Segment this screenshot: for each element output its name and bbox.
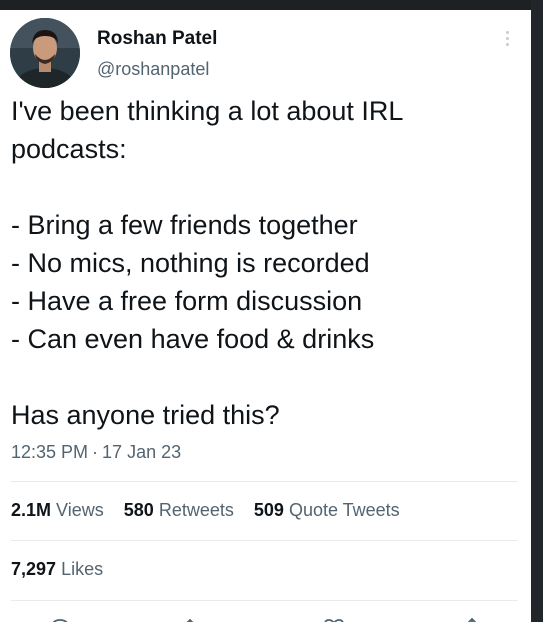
tweet-line: Has anyone tried this? <box>11 400 280 430</box>
divider <box>11 481 518 482</box>
tweet-line: I've been thinking a lot about IRL <box>11 96 404 126</box>
engagement-stats: 2.1M Views 580 Retweets 509 Quote Tweets <box>11 500 415 521</box>
likes-stat[interactable]: 7,297 Likes <box>11 559 103 579</box>
tweet-time: 12:35 PM <box>11 442 89 462</box>
scrollbar-track[interactable] <box>531 0 543 622</box>
views-count: 2.1M <box>11 500 52 520</box>
views-stat[interactable]: 2.1M Views <box>11 500 104 520</box>
retweets-label: Retweets <box>158 500 234 520</box>
divider <box>11 540 518 541</box>
window-top-bar <box>0 0 543 10</box>
reply-icon[interactable] <box>48 616 70 622</box>
more-options-icon[interactable] <box>500 28 514 52</box>
tweet-line: - Bring a few friends together <box>11 210 358 240</box>
user-handle[interactable]: @roshanpatel <box>97 59 209 80</box>
tweet-text: I've been thinking a lot about IRL podca… <box>11 92 521 434</box>
share-icon[interactable] <box>460 616 482 622</box>
tweet-actions <box>0 616 531 622</box>
avatar[interactable] <box>10 18 80 88</box>
display-name[interactable]: Roshan Patel <box>97 28 217 50</box>
tweet-line: - Have a free form discussion <box>11 286 363 316</box>
divider <box>11 600 518 601</box>
retweets-stat[interactable]: 580 Retweets <box>124 500 234 520</box>
tweet-card: Roshan Patel @roshanpatel I've been thin… <box>0 10 531 622</box>
views-label: Views <box>56 500 104 520</box>
quote-tweets-stat[interactable]: 509 Quote Tweets <box>254 500 400 520</box>
quote-tweets-count: 509 <box>253 500 284 520</box>
likes-label: Likes <box>61 559 104 579</box>
tweet-timestamp[interactable]: 12:35 PM · 17 Jan 23 <box>11 442 181 463</box>
tweet-line: - Can even have food & drinks <box>11 324 375 354</box>
tweet-date: 17 Jan 23 <box>102 442 182 462</box>
likes-count: 7,297 <box>11 559 57 579</box>
retweet-icon[interactable] <box>185 616 207 622</box>
likes-row: 7,297 Likes <box>11 559 118 580</box>
retweets-count: 580 <box>123 500 154 520</box>
like-icon[interactable] <box>322 616 344 622</box>
quote-tweets-label: Quote Tweets <box>288 500 400 520</box>
timestamp-separator: · <box>92 442 99 462</box>
tweet-line: podcasts: <box>11 134 127 164</box>
tweet-line: - No mics, nothing is recorded <box>11 248 370 278</box>
user-avatar-icon <box>10 18 80 88</box>
